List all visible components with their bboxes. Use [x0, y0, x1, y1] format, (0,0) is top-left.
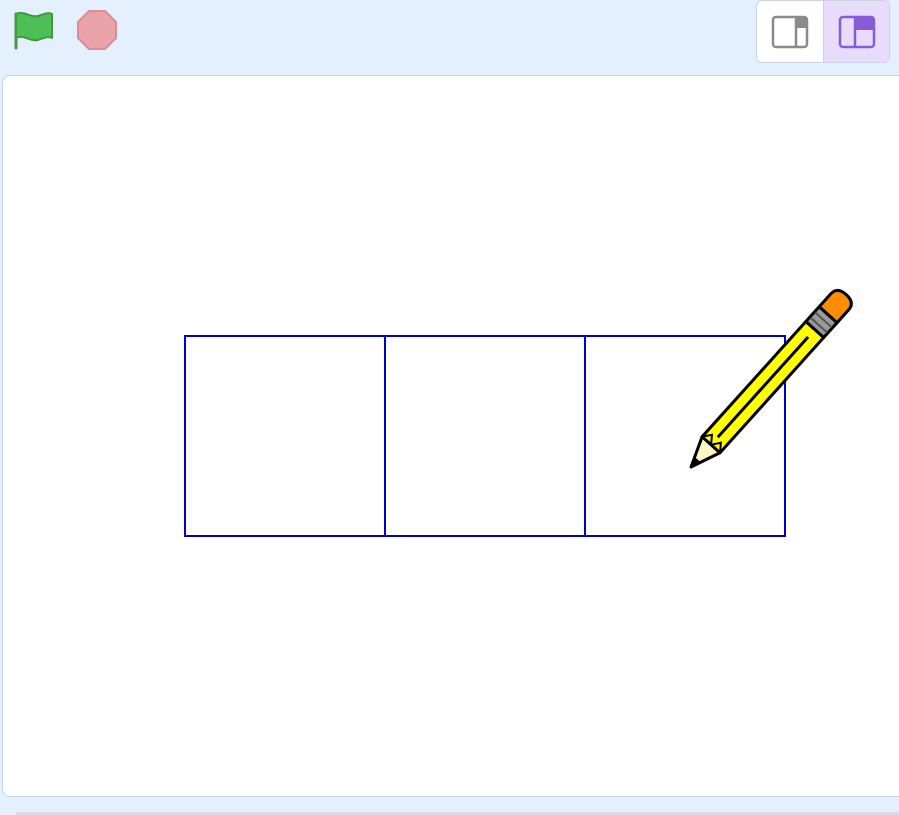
- stop-icon: [77, 10, 117, 50]
- stage-size-toggle: [756, 0, 890, 63]
- green-flag-button[interactable]: [10, 8, 58, 52]
- normal-stage-button[interactable]: [823, 1, 889, 62]
- small-stage-mode-icon: [771, 15, 809, 49]
- drawn-square-2: [384, 335, 586, 537]
- drawn-square-3: [584, 335, 786, 537]
- normal-stage-mode-icon: [838, 15, 875, 49]
- stage-toolbar: [0, 0, 899, 75]
- stage-drawing: [184, 287, 855, 537]
- green-flag-icon: [14, 11, 53, 50]
- stage-canvas[interactable]: [2, 75, 899, 797]
- small-stage-button[interactable]: [757, 1, 823, 62]
- stop-button[interactable]: [75, 8, 119, 52]
- drawn-square-1: [184, 335, 386, 537]
- pencil-sprite[interactable]: [682, 287, 855, 475]
- pen-drawing: [184, 335, 786, 537]
